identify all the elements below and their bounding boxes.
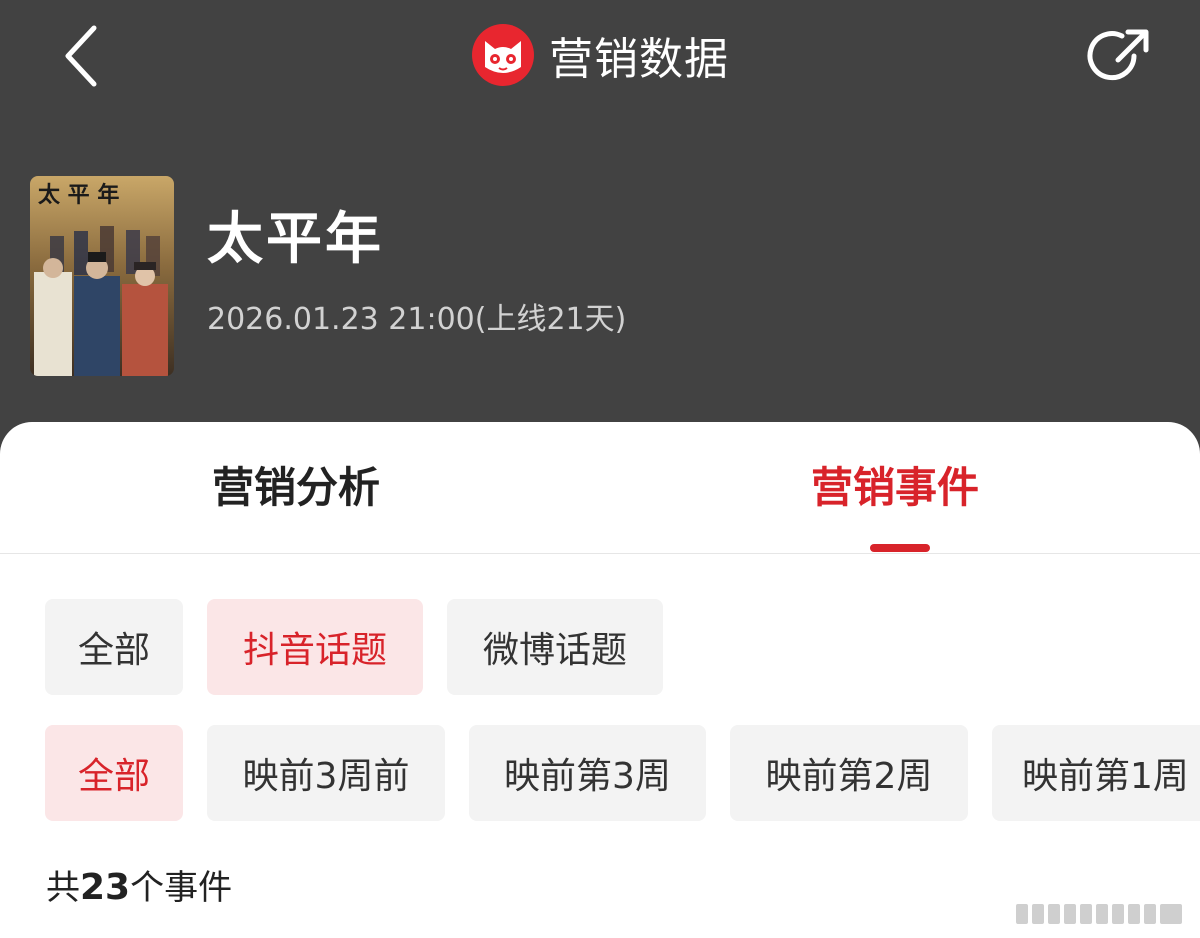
content-panel: 营销分析 营销事件 全部 抖音话题 微博话题 全部 映前3周前 映前第3周 映前… [0, 422, 1200, 938]
tab-bar: 营销分析 营销事件 [0, 422, 1200, 554]
movie-poster: 太 平 年 [30, 176, 174, 376]
page-header: 营销数据 太 平 年 太平年 2026.01.23 21:00(上线21天) [0, 0, 1200, 470]
app-title-group: 营销数据 [0, 20, 1200, 90]
active-tab-indicator [870, 544, 930, 552]
maoyan-cat-logo [472, 24, 534, 86]
poster-title-text: 太 平 年 [38, 182, 119, 208]
platform-filter-douyin[interactable]: 抖音话题 [207, 599, 423, 695]
top-bar: 营销数据 [0, 0, 1200, 110]
share-button[interactable] [1086, 26, 1152, 92]
week-filter-all[interactable]: 全部 [45, 725, 183, 821]
platform-filter-all[interactable]: 全部 [45, 599, 183, 695]
week-filter-week2[interactable]: 映前第2周 [730, 725, 968, 821]
watermark-mark [1016, 900, 1186, 928]
app-title: 营销数据 [549, 34, 729, 85]
week-filter-week3[interactable]: 映前第3周 [469, 725, 706, 821]
platform-filter-weibo[interactable]: 微博话题 [447, 599, 663, 695]
event-count-prefix: 共 [46, 868, 80, 908]
event-count: 共 23 个事件 [46, 860, 232, 909]
share-icon [1087, 29, 1149, 81]
release-info: 2026.01.23 21:00(上线21天) [207, 302, 627, 337]
week-filter-3weeks-before[interactable]: 映前3周前 [207, 725, 445, 821]
event-count-suffix: 个事件 [130, 868, 233, 908]
movie-title: 太平年 [207, 207, 384, 272]
tab-marketing-events[interactable]: 营销事件 [811, 460, 979, 516]
event-count-number: 23 [80, 867, 131, 908]
week-filter-week1[interactable]: 映前第1周 [992, 725, 1200, 821]
tab-marketing-analysis[interactable]: 营销分析 [212, 460, 380, 516]
